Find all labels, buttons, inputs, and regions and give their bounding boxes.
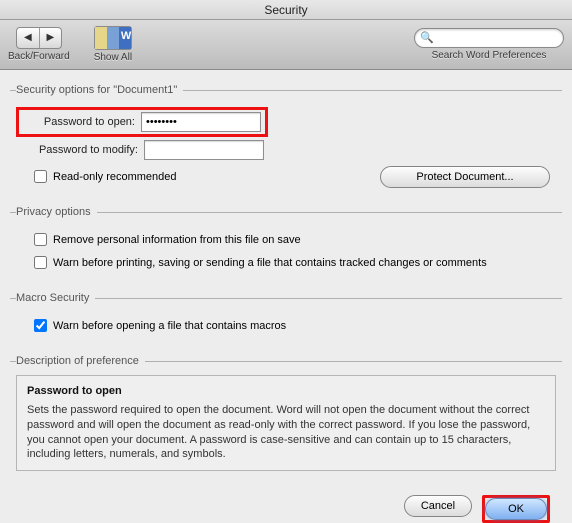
description-title: Password to open <box>27 384 545 399</box>
description-body: Sets the password required to open the d… <box>27 403 545 462</box>
description-section: Description of preference Password to op… <box>10 355 562 475</box>
content-area: Security options for "Document1" Passwor… <box>0 70 572 523</box>
password-modify-label: Password to modify: <box>16 144 144 156</box>
warn-print-label: Warn before printing, saving or sending … <box>53 257 487 269</box>
show-all-icon[interactable] <box>94 26 132 50</box>
search-label: Search Word Preferences <box>432 50 547 61</box>
warn-macros-checkbox[interactable] <box>34 319 47 332</box>
readonly-checkbox[interactable] <box>34 170 47 183</box>
readonly-label: Read-only recommended <box>53 171 177 183</box>
show-all-label: Show All <box>94 52 132 63</box>
description-box: Password to open Sets the password requi… <box>16 375 556 471</box>
privacy-section: Privacy options Remove personal informat… <box>10 206 562 280</box>
macro-section: Macro Security Warn before opening a fil… <box>10 292 562 343</box>
back-forward-group: ◀ ▶ Back/Forward <box>8 27 70 62</box>
macro-legend: Macro Security <box>16 292 95 304</box>
back-button[interactable]: ◀ <box>17 28 39 48</box>
privacy-legend: Privacy options <box>16 206 97 218</box>
search-input[interactable] <box>414 28 564 48</box>
show-all-group: Show All <box>94 26 132 63</box>
security-options-section: Security options for "Document1" Passwor… <box>10 84 562 194</box>
toolbar: ◀ ▶ Back/Forward Show All 🔍 Search Word … <box>0 20 572 70</box>
search-icon: 🔍 <box>420 31 434 44</box>
password-open-label: Password to open: <box>23 116 141 128</box>
window-title: Security <box>0 0 572 20</box>
cancel-button[interactable]: Cancel <box>404 495 472 517</box>
remove-personal-label: Remove personal information from this fi… <box>53 234 301 246</box>
ok-highlight: OK <box>482 495 550 523</box>
footer-buttons: Cancel OK <box>10 481 562 523</box>
security-options-legend: Security options for "Document1" <box>16 84 183 96</box>
protect-document-button[interactable]: Protect Document... <box>380 166 550 188</box>
password-modify-input[interactable] <box>144 140 264 160</box>
password-open-input[interactable] <box>141 112 261 132</box>
warn-macros-label: Warn before opening a file that contains… <box>53 320 286 332</box>
description-legend: Description of preference <box>16 355 145 367</box>
ok-button[interactable]: OK <box>485 498 547 520</box>
warn-print-checkbox[interactable] <box>34 256 47 269</box>
search-group: 🔍 Search Word Preferences <box>414 28 564 61</box>
back-forward-buttons: ◀ ▶ <box>16 27 62 49</box>
forward-button[interactable]: ▶ <box>39 28 61 48</box>
remove-personal-checkbox[interactable] <box>34 233 47 246</box>
password-open-highlight: Password to open: <box>16 107 268 137</box>
back-forward-label: Back/Forward <box>8 51 70 62</box>
